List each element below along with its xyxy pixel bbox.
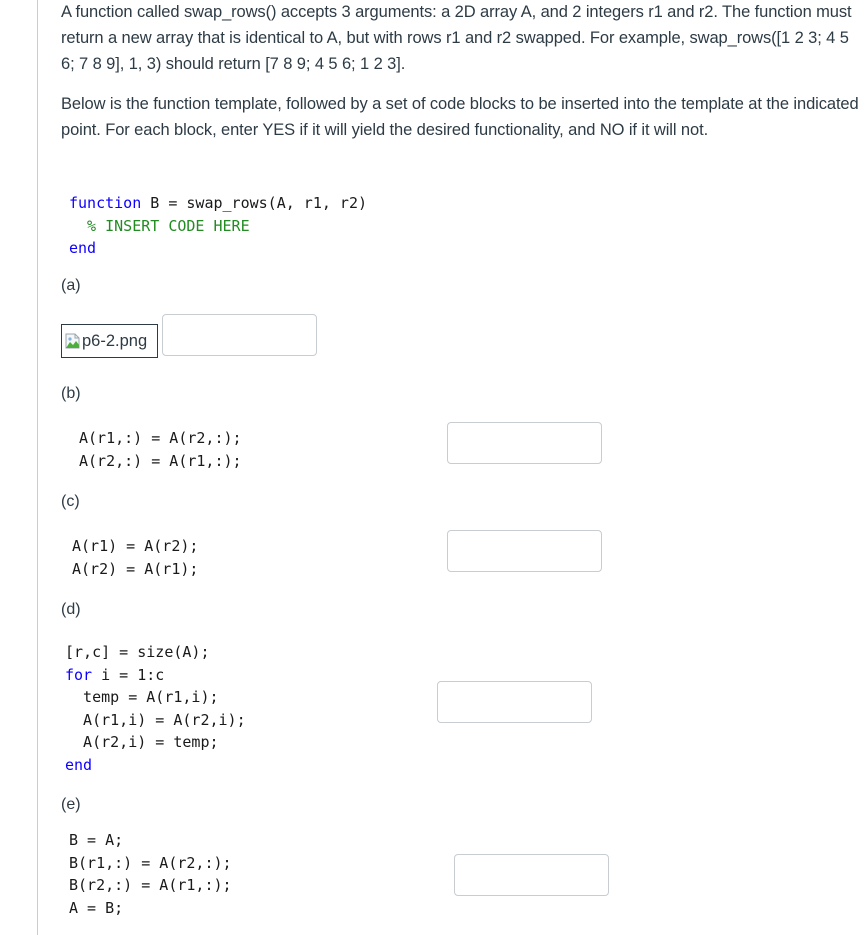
template-signature: B = swap_rows(A, r1, r2)	[141, 194, 368, 212]
code-line: A(r2,:) = A(r1,:);	[79, 451, 242, 470]
part-b-code: A(r1,:) = A(r2,:); A(r2,:) = A(r1,:);	[79, 427, 242, 472]
question-intro: A function called swap_rows() accepts 3 …	[61, 3, 852, 73]
part-e-code: B = A; B(r1,:) = A(r2,:); B(r2,:) = A(r1…	[69, 829, 232, 919]
template-keyword-function: function	[69, 194, 142, 212]
part-d-label: (d)	[61, 601, 81, 618]
code-line: A(r2,i) = temp;	[65, 733, 219, 751]
question-instructions: Below is the function template, followed…	[61, 95, 859, 139]
code-line: A = B;	[69, 898, 124, 917]
broken-image-icon	[65, 333, 81, 349]
part-a-image: p6-2.png	[61, 324, 158, 358]
code-line: A(r2) = A(r1);	[72, 559, 199, 578]
template-insert-comment: % INSERT CODE HERE	[69, 216, 250, 235]
code-line: A(r1) = A(r2);	[72, 537, 199, 555]
part-e-answer-input[interactable]	[454, 854, 609, 896]
part-a-label: (a)	[61, 277, 81, 294]
code-line: A(r1,i) = A(r2,i);	[65, 710, 246, 729]
part-c-code: A(r1) = A(r2); A(r2) = A(r1);	[72, 535, 198, 580]
content-left-border	[37, 0, 38, 935]
code-line: [r,c] = size(A);	[65, 643, 210, 661]
code-line: i = 1:c	[92, 665, 165, 684]
part-b-label: (b)	[61, 385, 81, 402]
part-a-answer-input[interactable]	[162, 314, 317, 356]
code-line: B = A;	[69, 831, 124, 849]
code-line: A(r1,:) = A(r2,:);	[79, 429, 242, 447]
code-line: B(r1,:) = A(r2,:);	[69, 853, 232, 872]
part-d-code: [r,c] = size(A); for i = 1:c temp = A(r1…	[65, 641, 246, 776]
part-e-label: (e)	[61, 796, 81, 813]
part-c-label: (c)	[61, 493, 80, 510]
code-line: temp = A(r1,i);	[65, 688, 219, 706]
template-keyword-end: end	[69, 239, 97, 257]
code-line: B(r2,:) = A(r1,:);	[69, 876, 232, 894]
function-template: function B = swap_rows(A, r1, r2) % INSE…	[69, 192, 367, 260]
part-d-answer-input[interactable]	[437, 681, 592, 723]
part-a-image-alt: p6-2.png	[82, 331, 148, 350]
code-keyword-end: end	[65, 755, 93, 774]
part-b-answer-input[interactable]	[447, 422, 602, 464]
code-keyword-for: for	[65, 665, 93, 684]
part-c-answer-input[interactable]	[447, 530, 602, 572]
